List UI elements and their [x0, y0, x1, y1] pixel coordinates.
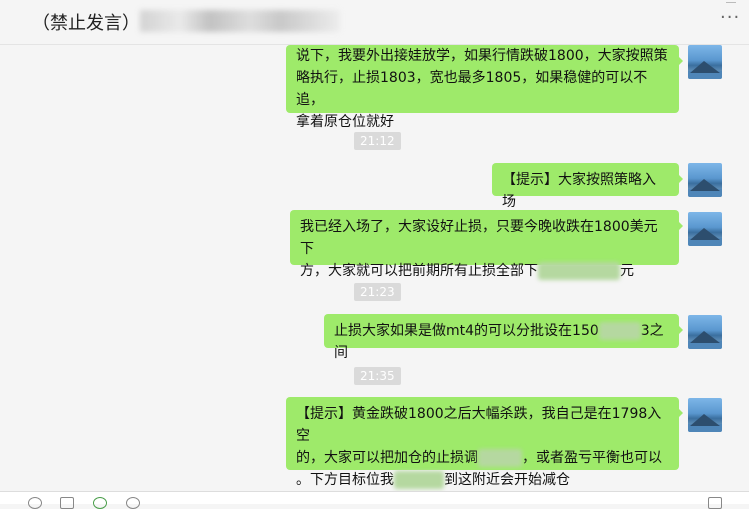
message-line: 止损大家如果是做mt4的可以分批设在150: [334, 323, 599, 339]
message-line: 略执行，止损1803，宽也最多1805，如果稳健的可以不追，: [296, 70, 648, 108]
avatar[interactable]: [688, 45, 722, 79]
redacted-text: [394, 471, 444, 489]
emoji-icon[interactable]: [28, 497, 42, 509]
message-bubble[interactable]: 【提示】黄金跌破1800之后大幅杀跌，我自己是在1798入空 的，大家可以把加仓…: [286, 397, 683, 489]
folder-icon[interactable]: [60, 497, 74, 509]
timestamp: 21:35: [354, 367, 401, 385]
message-line: 【提示】黄金跌破1800之后大幅杀跌，我自己是在1798入空: [296, 406, 662, 444]
message-tail: ，或者盈亏平衡也可以: [522, 450, 662, 466]
message-bubble[interactable]: 我已经入场了，大家设好止损，只要今晚收跌在1800美元下 方，大家就可以把前期所…: [290, 210, 683, 280]
message-line: 的，大家可以把加仓的止损调: [296, 450, 478, 466]
message-line: 。下方目标位我: [296, 472, 394, 488]
redacted-text: [478, 449, 522, 467]
chat-header: （禁止发言） ···: [0, 0, 749, 45]
redacted-text: [598, 322, 641, 340]
timestamp: 21:12: [354, 132, 401, 150]
message-bubble[interactable]: 止损大家如果是做mt4的可以分批设在150 3之间: [324, 314, 683, 361]
avatar[interactable]: [688, 315, 722, 349]
message-line: 【提示】大家按照策略入场: [502, 172, 656, 210]
redacted-text: [538, 262, 620, 280]
timestamp: 21:23: [354, 283, 401, 301]
message-bubble[interactable]: 说下，我要外出接娃放学，如果行情跌破1800，大家按照策 略执行，止损1803，…: [286, 45, 683, 130]
message-line: 方，大家就可以把前期所有止损全部下: [300, 263, 538, 279]
more-tools-icon[interactable]: [708, 497, 722, 509]
message-list[interactable]: 说下，我要外出接娃放学，如果行情跌破1800，大家按照策 略执行，止损1803，…: [0, 45, 749, 491]
avatar[interactable]: [688, 163, 722, 197]
avatar[interactable]: [688, 212, 722, 246]
message-tail: 元: [620, 263, 634, 279]
message-line: 说下，我要外出接娃放学，如果行情跌破1800，大家按照策: [296, 48, 668, 64]
message-tail: 到这附近会开始减仓: [444, 472, 570, 488]
input-toolbar: [0, 491, 749, 509]
chat-history-icon[interactable]: [126, 497, 140, 509]
message-line: 我已经入场了，大家设好止损，只要今晚收跌在1800美元下: [300, 219, 658, 257]
chat-title: （禁止发言）: [32, 13, 140, 34]
redacted-title: [140, 10, 340, 32]
message-line: 拿着原仓位就好: [296, 114, 394, 130]
message-bubble[interactable]: 【提示】大家按照策略入场: [492, 163, 683, 210]
more-options-icon[interactable]: ···: [720, 9, 740, 27]
avatar[interactable]: [688, 398, 722, 432]
scissors-icon[interactable]: [93, 497, 107, 509]
